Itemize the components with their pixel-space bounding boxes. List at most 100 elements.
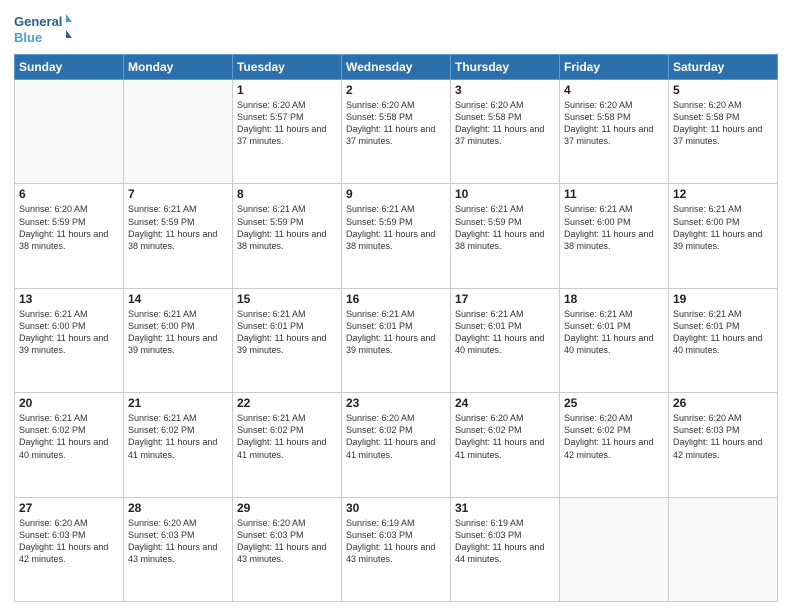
week-row: 1 Sunrise: 6:20 AM Sunset: 5:57 PM Daylig… <box>15 80 778 184</box>
day-info: Sunrise: 6:21 AM Sunset: 6:02 PM Dayligh… <box>19 412 119 461</box>
calendar-cell: 6Sunrise: 6:20 AM Sunset: 5:59 PM Daylig… <box>15 184 124 288</box>
day-number: 3 <box>455 83 555 97</box>
day-number: 4 <box>564 83 664 97</box>
calendar-cell: 8 Sunrise: 6:21 AM Sunset: 5:59 PM Daylig… <box>233 184 342 288</box>
day-info: Sunrise: 6:20 AM Sunset: 6:03 PM Dayligh… <box>237 517 337 566</box>
weekday-header: Sunday <box>15 55 124 80</box>
weekday-header: Monday <box>124 55 233 80</box>
day-number: 26 <box>673 396 773 410</box>
calendar-table: SundayMondayTuesdayWednesdayThursdayFrid… <box>14 54 778 602</box>
calendar-cell: 23 Sunrise: 6:20 AM Sunset: 6:02 PM Dayli… <box>342 393 451 497</box>
weekday-header: Saturday <box>669 55 778 80</box>
day-number: 24 <box>455 396 555 410</box>
calendar-cell <box>669 497 778 601</box>
calendar-cell: 22 Sunrise: 6:21 AM Sunset: 6:02 PM Dayli… <box>233 393 342 497</box>
day-info: Sunrise: 6:20 AM Sunset: 6:03 PM Dayligh… <box>128 517 228 566</box>
svg-text:General: General <box>14 14 62 29</box>
calendar-cell: 31 Sunrise: 6:19 AM Sunset: 6:03 PM Dayli… <box>451 497 560 601</box>
day-number: 1 <box>237 83 337 97</box>
day-number: 15 <box>237 292 337 306</box>
day-info: Sunrise: 6:21 AM Sunset: 5:59 PM Dayligh… <box>128 203 228 252</box>
day-info: Sunrise: 6:20 AM Sunset: 5:58 PM Dayligh… <box>455 99 555 148</box>
logo: General Blue <box>14 10 74 48</box>
day-number: 28 <box>128 501 228 515</box>
calendar-cell: 9Sunrise: 6:21 AM Sunset: 5:59 PM Daylig… <box>342 184 451 288</box>
day-info: Sunrise: 6:20 AM Sunset: 6:03 PM Dayligh… <box>673 412 773 461</box>
day-number: 10 <box>455 187 555 201</box>
calendar-cell: 21Sunrise: 6:21 AM Sunset: 6:02 PM Dayli… <box>124 393 233 497</box>
day-info: Sunrise: 6:20 AM Sunset: 5:58 PM Dayligh… <box>564 99 664 148</box>
calendar-cell: 18 Sunrise: 6:21 AM Sunset: 6:01 PM Dayli… <box>560 288 669 392</box>
day-number: 25 <box>564 396 664 410</box>
day-info: Sunrise: 6:20 AM Sunset: 6:02 PM Dayligh… <box>346 412 446 461</box>
weekday-header: Thursday <box>451 55 560 80</box>
calendar-cell: 10 Sunrise: 6:21 AM Sunset: 5:59 PM Dayli… <box>451 184 560 288</box>
calendar-cell: 20 Sunrise: 6:21 AM Sunset: 6:02 PM Dayli… <box>15 393 124 497</box>
day-info: Sunrise: 6:21 AM Sunset: 5:59 PM Dayligh… <box>346 203 446 252</box>
day-info: Sunrise: 6:21 AM Sunset: 6:01 PM Dayligh… <box>455 308 555 357</box>
page: General Blue SundayMondayTuesdayWednesda… <box>0 0 792 612</box>
day-number: 11 <box>564 187 664 201</box>
day-number: 23 <box>346 396 446 410</box>
day-info: Sunrise: 6:20 AM Sunset: 6:02 PM Dayligh… <box>455 412 555 461</box>
svg-text:Blue: Blue <box>14 30 42 45</box>
day-info: Sunrise: 6:21 AM Sunset: 6:02 PM Dayligh… <box>237 412 337 461</box>
generalblue-logo: General Blue <box>14 10 74 48</box>
week-row: 20 Sunrise: 6:21 AM Sunset: 6:02 PM Dayli… <box>15 393 778 497</box>
calendar-cell: 17 Sunrise: 6:21 AM Sunset: 6:01 PM Dayli… <box>451 288 560 392</box>
calendar-cell <box>560 497 669 601</box>
calendar-cell: 3 Sunrise: 6:20 AM Sunset: 5:58 PM Daylig… <box>451 80 560 184</box>
day-number: 14 <box>128 292 228 306</box>
day-info: Sunrise: 6:21 AM Sunset: 6:01 PM Dayligh… <box>673 308 773 357</box>
day-info: Sunrise: 6:19 AM Sunset: 6:03 PM Dayligh… <box>346 517 446 566</box>
day-info: Sunrise: 6:21 AM Sunset: 5:59 PM Dayligh… <box>237 203 337 252</box>
day-info: Sunrise: 6:21 AM Sunset: 6:01 PM Dayligh… <box>564 308 664 357</box>
calendar-cell: 12 Sunrise: 6:21 AM Sunset: 6:00 PM Dayli… <box>669 184 778 288</box>
day-number: 31 <box>455 501 555 515</box>
calendar-cell <box>15 80 124 184</box>
calendar-cell: 28 Sunrise: 6:20 AM Sunset: 6:03 PM Dayli… <box>124 497 233 601</box>
day-info: Sunrise: 6:20 AM Sunset: 5:58 PM Dayligh… <box>673 99 773 148</box>
day-info: Sunrise: 6:20 AM Sunset: 5:58 PM Dayligh… <box>346 99 446 148</box>
calendar-cell: 4 Sunrise: 6:20 AM Sunset: 5:58 PM Daylig… <box>560 80 669 184</box>
weekday-header: Wednesday <box>342 55 451 80</box>
day-info: Sunrise: 6:21 AM Sunset: 6:01 PM Dayligh… <box>346 308 446 357</box>
day-info: Sunrise: 6:20 AM Sunset: 6:02 PM Dayligh… <box>564 412 664 461</box>
week-row: 13 Sunrise: 6:21 AM Sunset: 6:00 PM Dayli… <box>15 288 778 392</box>
day-info: Sunrise: 6:21 AM Sunset: 5:59 PM Dayligh… <box>455 203 555 252</box>
calendar-cell: 19Sunrise: 6:21 AM Sunset: 6:01 PM Dayli… <box>669 288 778 392</box>
day-number: 22 <box>237 396 337 410</box>
day-number: 29 <box>237 501 337 515</box>
day-number: 16 <box>346 292 446 306</box>
calendar-cell: 15 Sunrise: 6:21 AM Sunset: 6:01 PM Dayli… <box>233 288 342 392</box>
calendar-cell: 13 Sunrise: 6:21 AM Sunset: 6:00 PM Dayli… <box>15 288 124 392</box>
calendar-cell: 26 Sunrise: 6:20 AM Sunset: 6:03 PM Dayli… <box>669 393 778 497</box>
day-number: 8 <box>237 187 337 201</box>
calendar-cell: 14 Sunrise: 6:21 AM Sunset: 6:00 PM Dayli… <box>124 288 233 392</box>
day-number: 5 <box>673 83 773 97</box>
calendar-cell: 29 Sunrise: 6:20 AM Sunset: 6:03 PM Dayli… <box>233 497 342 601</box>
day-info: Sunrise: 6:21 AM Sunset: 6:01 PM Dayligh… <box>237 308 337 357</box>
day-info: Sunrise: 6:20 AM Sunset: 5:59 PM Dayligh… <box>19 203 119 252</box>
day-number: 18 <box>564 292 664 306</box>
day-info: Sunrise: 6:20 AM Sunset: 5:57 PM Dayligh… <box>237 99 337 148</box>
day-number: 30 <box>346 501 446 515</box>
calendar-cell: 2Sunrise: 6:20 AM Sunset: 5:58 PM Daylig… <box>342 80 451 184</box>
weekday-header: Friday <box>560 55 669 80</box>
weekday-header: Tuesday <box>233 55 342 80</box>
day-info: Sunrise: 6:19 AM Sunset: 6:03 PM Dayligh… <box>455 517 555 566</box>
day-number: 17 <box>455 292 555 306</box>
day-number: 20 <box>19 396 119 410</box>
calendar-cell: 5 Sunrise: 6:20 AM Sunset: 5:58 PM Daylig… <box>669 80 778 184</box>
day-number: 7 <box>128 187 228 201</box>
day-info: Sunrise: 6:21 AM Sunset: 6:02 PM Dayligh… <box>128 412 228 461</box>
calendar-cell <box>124 80 233 184</box>
day-info: Sunrise: 6:21 AM Sunset: 6:00 PM Dayligh… <box>128 308 228 357</box>
day-number: 27 <box>19 501 119 515</box>
calendar-cell: 30 Sunrise: 6:19 AM Sunset: 6:03 PM Dayli… <box>342 497 451 601</box>
day-number: 13 <box>19 292 119 306</box>
day-info: Sunrise: 6:21 AM Sunset: 6:00 PM Dayligh… <box>673 203 773 252</box>
day-number: 12 <box>673 187 773 201</box>
day-info: Sunrise: 6:21 AM Sunset: 6:00 PM Dayligh… <box>19 308 119 357</box>
header: General Blue <box>14 10 778 48</box>
